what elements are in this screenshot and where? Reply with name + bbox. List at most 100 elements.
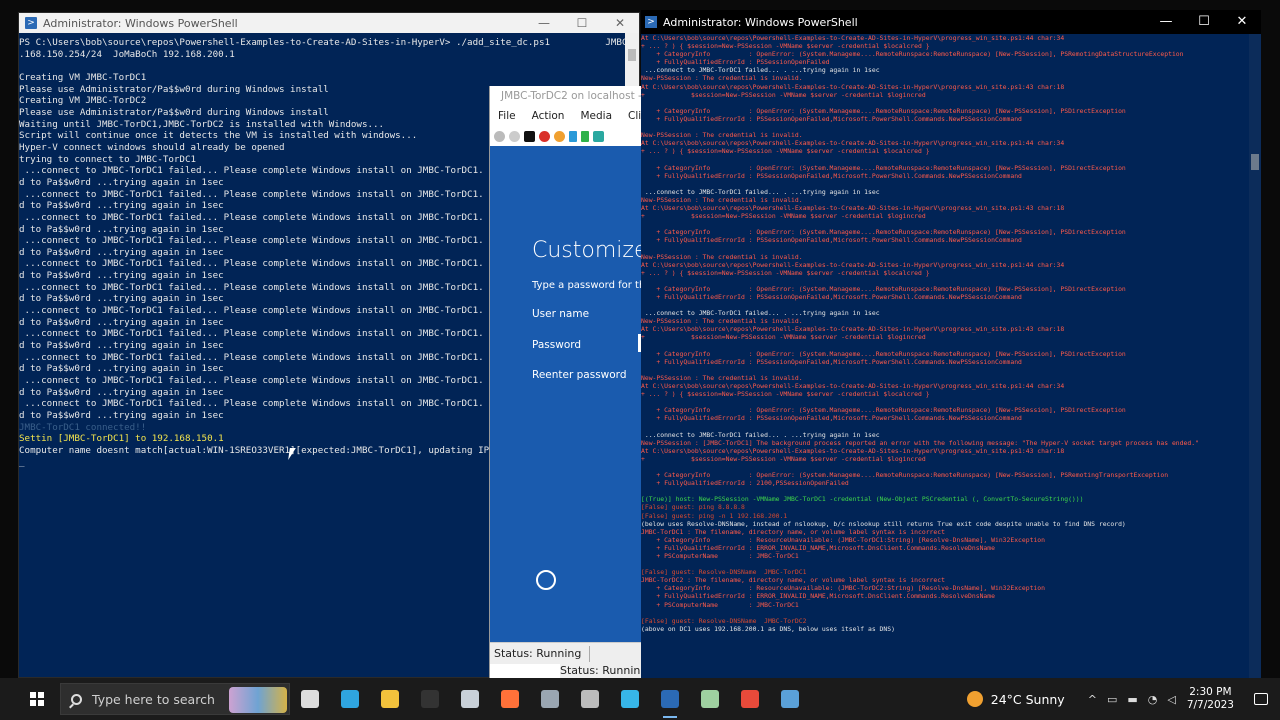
taskbar-app-terminal[interactable] — [410, 678, 450, 720]
chevron-up-icon[interactable]: ^ — [1088, 693, 1097, 706]
notepadpp-icon — [701, 690, 719, 708]
taskbar-app-clock-app[interactable] — [570, 678, 610, 720]
vm-toolbar — [490, 126, 641, 146]
console-line: [False] guest: ping -n 1 192.168.200.1 — [641, 511, 788, 520]
console-line: New-PSSession : The credential is invali… — [641, 373, 803, 382]
powershell-window-right[interactable]: > Administrator: Windows PowerShell — ☐ … — [641, 10, 1261, 678]
menu-file[interactable]: File — [490, 110, 524, 122]
vm-connect-window[interactable]: JMBC-TorDC2 on localhost - V File Action… — [489, 86, 641, 678]
console-line: At C:\Users\bob\source\repos\Powershell-… — [641, 34, 1065, 42]
taskbar-app-firefox[interactable] — [490, 678, 530, 720]
weather-text[interactable]: 24°C Sunny — [991, 692, 1065, 707]
console-line: + ... ? ) { $session=New-PSSession -VMNa… — [641, 390, 930, 399]
turn-off-icon[interactable] — [524, 130, 535, 142]
volume-icon[interactable]: ◁ — [1167, 693, 1175, 706]
file-explorer-icon — [381, 690, 399, 708]
console-line: At C:\Users\bob\source\repos\Powershell-… — [641, 203, 1065, 212]
taskbar-app-task-view[interactable] — [290, 678, 330, 720]
vm-menubar: File Action Media Clipbo — [490, 106, 641, 126]
taskbar-app-file-explorer[interactable] — [370, 678, 410, 720]
console-line: New-PSSession : The credential is invali… — [641, 195, 803, 204]
maximize-button[interactable]: ☐ — [1185, 10, 1223, 34]
taskbar-app-edge[interactable] — [330, 678, 370, 720]
console-line: + ... ? ) { $session=New-PSSession -VMNa… — [641, 147, 930, 156]
ctrl-alt-del-icon[interactable] — [494, 130, 505, 142]
window-title: Administrator: Windows PowerShell — [43, 16, 238, 30]
console-line: + FullyQualifiedErrorId : PSSessionOpenF… — [641, 236, 1022, 245]
console-line: + CategoryInfo : OpenError: (System.Mana… — [641, 471, 1169, 480]
accessibility-icon[interactable] — [536, 570, 556, 590]
close-button[interactable]: ✕ — [601, 13, 639, 33]
chrome-icon — [741, 690, 759, 708]
console-line: Creating VM JMBC-TorDC1 — [19, 71, 147, 83]
shutdown-icon[interactable] — [539, 130, 550, 142]
menu-media[interactable]: Media — [572, 110, 620, 122]
taskbar-app-calculator[interactable] — [530, 678, 570, 720]
console-line: + CategoryInfo : OpenError: (System.Mana… — [641, 284, 1126, 293]
battery-icon[interactable]: ▬ — [1127, 693, 1137, 706]
weather-icon[interactable] — [966, 691, 983, 707]
notepad-icon — [461, 690, 479, 708]
task-view-icon — [301, 690, 319, 708]
console-output[interactable]: At C:\Users\bob\source\repos\Powershell-… — [641, 34, 1249, 678]
console-line: PS C:\Users\bob\source\repos\Powershell-… — [19, 37, 625, 48]
console-line: + PSComputerName : JMBC-TorDC1 — [641, 552, 799, 560]
search-box[interactable]: Type here to search — [60, 683, 290, 715]
resume-icon[interactable] — [581, 130, 589, 142]
minimize-button[interactable]: — — [1147, 10, 1185, 34]
minimize-button[interactable]: — — [525, 13, 563, 33]
clock[interactable]: 2:30 PM 7/7/2023 — [1187, 686, 1234, 712]
console-line: + CategoryInfo : OpenError: (System.Mana… — [641, 406, 1126, 415]
checkpoint-icon[interactable] — [593, 130, 604, 142]
menu-clipboard[interactable]: Clipbo — [620, 110, 641, 122]
taskbar-app-hyperv-manager[interactable] — [770, 678, 810, 720]
maximize-button[interactable]: ☐ — [563, 13, 601, 33]
console-line: + FullyQualifiedErrorId : PSSessionOpenF… — [641, 58, 830, 67]
console-line: New-PSSession : The credential is invali… — [641, 131, 803, 140]
window-titlebar[interactable]: > Administrator: Windows PowerShell — ☐ … — [641, 10, 1261, 34]
taskbar-app-notepad[interactable] — [450, 678, 490, 720]
console-line: At C:\Users\bob\source\repos\Powershell-… — [641, 325, 1065, 334]
console-line: [False] guest: Resolve-DNSName JMBC-TorD… — [641, 568, 807, 577]
start-icon[interactable] — [509, 130, 520, 142]
notification-icon[interactable] — [1254, 693, 1268, 705]
console-line: ...connect to JMBC-TorDC1 failed... . ..… — [641, 187, 880, 196]
console-line: + $session=New-PSSession -VMName $server… — [641, 333, 926, 342]
window-titlebar[interactable]: > Administrator: Windows PowerShell — ☐ … — [19, 13, 639, 33]
taskbar-app-chrome[interactable] — [730, 678, 770, 720]
console-line: + FullyQualifiedErrorId : ERROR_INVALID_… — [641, 592, 995, 601]
scrollbar-thumb[interactable] — [1251, 154, 1259, 170]
pause-icon[interactable] — [569, 130, 577, 142]
windows-start-icon[interactable] — [30, 692, 44, 706]
username-label: User name — [532, 308, 590, 320]
console-line: .168.150.254/24 JoMaBoCh 192.168.200.1 — [19, 48, 235, 60]
save-icon[interactable] — [554, 130, 565, 142]
wifi-icon[interactable]: ◔ — [1148, 693, 1158, 706]
network-icon[interactable]: ▭ — [1107, 693, 1117, 706]
setup-subtext: Type a password for the b — [532, 280, 641, 291]
vm-titlebar[interactable]: JMBC-TorDC2 on localhost - V — [490, 86, 641, 106]
scrollbar[interactable] — [1249, 34, 1261, 678]
edge-icon — [341, 690, 359, 708]
console-line: + PSComputerName : JMBC-TorDC1 — [641, 600, 799, 609]
hyperv-manager-icon — [781, 690, 799, 708]
menu-action[interactable]: Action — [524, 110, 573, 122]
console-line: + $session=New-PSSession -VMName $server… — [641, 90, 926, 99]
taskbar-app-powershell[interactable] — [650, 678, 690, 720]
clock-time: 2:30 PM — [1189, 686, 1232, 698]
search-icon — [71, 693, 82, 705]
reenter-password-label: Reenter password — [532, 369, 627, 381]
close-button[interactable]: ✕ — [1223, 10, 1261, 34]
taskbar-app-notepadpp[interactable] — [690, 678, 730, 720]
scrollbar-thumb[interactable] — [628, 49, 636, 61]
taskbar-app-store[interactable] — [610, 678, 650, 720]
vm-screen[interactable]: Customize s Type a password for the b Us… — [490, 146, 641, 642]
